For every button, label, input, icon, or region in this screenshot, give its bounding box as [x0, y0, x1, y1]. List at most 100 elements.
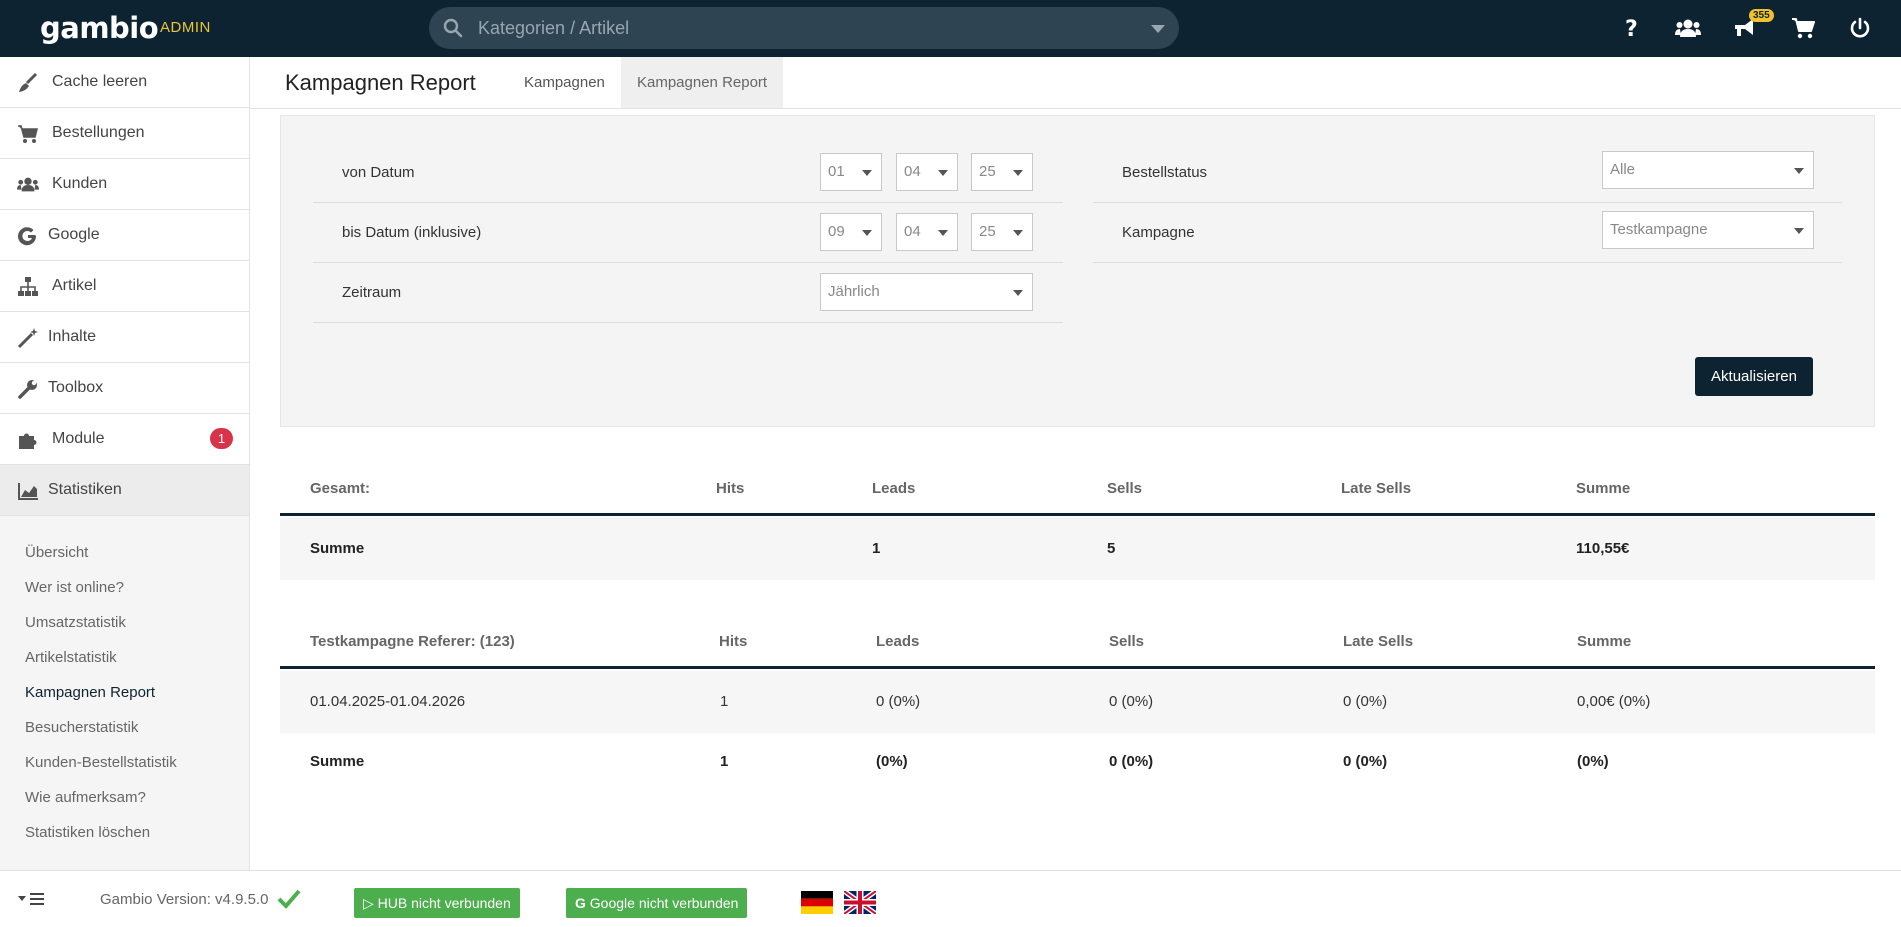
sidebar-item-label: Toolbox: [48, 379, 104, 396]
to-date-row: bis Datum (inklusive) 09 04 25: [313, 203, 1063, 263]
uk-flag-icon[interactable]: [844, 891, 876, 914]
submenu-wer-ist-online[interactable]: Wer ist online?: [25, 579, 124, 596]
sidebar-item-label: Google: [48, 226, 100, 243]
sitemap-icon: [18, 277, 38, 296]
column-header: Sells: [1107, 480, 1143, 497]
cart-icon[interactable]: [1789, 14, 1817, 42]
german-flag-icon[interactable]: [801, 891, 833, 914]
users-icon[interactable]: [1674, 14, 1702, 42]
column-header: Leads: [872, 480, 916, 497]
footer: Gambio Version: v4.9.5.0 ▷ HUB nicht ver…: [0, 870, 1901, 927]
table-cell: Summe: [310, 540, 365, 557]
from-year-select[interactable]: 25: [971, 153, 1033, 191]
to-month-value: 04: [904, 223, 921, 240]
top-bar: gambio ADMIN Kategorien / Artikel ? 355: [0, 0, 1901, 57]
google-status-button[interactable]: G Google nicht verbunden: [566, 888, 748, 918]
table-cell: 0 (0%): [1343, 693, 1388, 710]
gambio-logo[interactable]: gambio: [40, 11, 159, 45]
table-cell: 110,55€: [1576, 540, 1630, 557]
search-bar[interactable]: Kategorien / Artikel: [429, 7, 1179, 49]
submenu-umsatzstatistik[interactable]: Umsatzstatistik: [25, 614, 126, 631]
chevron-down-icon: [1013, 170, 1023, 176]
broom-icon: [19, 72, 38, 92]
sidebar-item-bestellungen[interactable]: Bestellungen: [0, 108, 249, 159]
tab-kampagnen-report[interactable]: Kampagnen Report: [621, 57, 784, 108]
table-cell: 0 (0%): [1343, 753, 1388, 770]
from-month-select[interactable]: 04: [896, 153, 958, 191]
sidebar-item-statistiken[interactable]: Statistiken: [0, 465, 249, 516]
period-row: Zeitraum Jährlich: [313, 263, 1063, 323]
sidebar-item-label: Statistiken: [48, 481, 122, 498]
users-icon: [17, 177, 39, 192]
submenu-besucherstatistik[interactable]: Besucherstatistik: [25, 719, 138, 736]
table-cell: 0 (0%): [1109, 753, 1154, 770]
submenu-artikelstatistik[interactable]: Artikelstatistik: [25, 649, 117, 666]
campaign-select[interactable]: Testkampagne: [1602, 211, 1814, 249]
submenu-uebersicht[interactable]: Übersicht: [25, 544, 88, 561]
menu-toggle-icon[interactable]: [18, 891, 46, 907]
to-day-value: 09: [828, 223, 845, 240]
table-cell: Summe: [310, 753, 365, 770]
sidebar-item-label: Kunden: [52, 175, 108, 192]
sidebar-item-toolbox[interactable]: Toolbox: [0, 363, 249, 414]
chevron-down-icon: [1013, 290, 1023, 296]
from-year-value: 25: [979, 163, 996, 180]
hub-status-button[interactable]: ▷ HUB nicht verbunden: [354, 888, 520, 918]
page-title: Kampagnen Report: [285, 70, 476, 95]
sidebar-item-kunden[interactable]: Kunden: [0, 159, 249, 210]
column-header: Summe: [1577, 633, 1632, 650]
submenu-kampagnen-report[interactable]: Kampagnen Report: [25, 684, 155, 701]
cart-icon: [18, 125, 39, 143]
table-cell: 5: [1107, 540, 1116, 557]
submenu-statistiken-loeschen[interactable]: Statistiken löschen: [25, 824, 150, 841]
table-cell: 1: [720, 753, 729, 770]
from-day-value: 01: [828, 163, 845, 180]
help-icon[interactable]: ?: [1618, 14, 1646, 42]
table-cell: 0,00€ (0%): [1577, 693, 1651, 710]
chart-icon: [18, 483, 38, 500]
tab-kampagnen[interactable]: Kampagnen: [508, 57, 621, 108]
to-month-select[interactable]: 04: [896, 213, 958, 251]
campaign-label: Kampagne: [1122, 224, 1195, 241]
to-day-select[interactable]: 09: [820, 213, 882, 251]
puzzle-icon: [19, 433, 37, 449]
from-day-select[interactable]: 01: [820, 153, 882, 191]
table-cell: 0 (0%): [1109, 693, 1154, 710]
google-status-label: Google nicht verbunden: [589, 895, 739, 911]
column-header: Hits: [716, 480, 745, 497]
sidebar-item-label: Cache leeren: [52, 73, 148, 90]
column-header: Hits: [719, 633, 748, 650]
submenu-wie-aufmerksam[interactable]: Wie aufmerksam?: [25, 789, 146, 806]
sidebar-item-google[interactable]: Google: [0, 210, 249, 261]
table-row: 01.04.2025-01.04.2026 1 0 (0%) 0 (0%) 0 …: [280, 671, 1875, 733]
sidebar-item-artikel[interactable]: Artikel: [0, 261, 249, 312]
search-dropdown-icon[interactable]: [1151, 25, 1165, 33]
sidebar-item-inhalte[interactable]: Inhalte: [0, 312, 249, 363]
chevron-down-icon: [1013, 230, 1023, 236]
to-year-select[interactable]: 25: [971, 213, 1033, 251]
to-date-label: bis Datum (inklusive): [342, 224, 482, 241]
chevron-down-icon: [862, 170, 872, 176]
status-select[interactable]: Alle: [1602, 151, 1814, 189]
period-value: Jährlich: [828, 283, 880, 300]
search-input[interactable]: Kategorien / Artikel: [478, 18, 629, 39]
power-icon[interactable]: [1846, 14, 1874, 42]
period-label: Zeitraum: [342, 284, 402, 301]
from-month-value: 04: [904, 163, 921, 180]
sidebar-item-module[interactable]: Module 1: [0, 414, 249, 465]
filter-panel: von Datum 01 04 25 bis Datum (inklusive)…: [280, 115, 1875, 427]
magic-wand-icon: [17, 328, 38, 349]
chevron-down-icon: [938, 170, 948, 176]
version-label: Gambio Version: v4.9.5.0: [100, 891, 269, 908]
update-button[interactable]: Aktualisieren: [1695, 357, 1813, 396]
table-cell: (0%): [876, 753, 908, 770]
chevron-down-icon: [938, 230, 948, 236]
period-select[interactable]: Jährlich: [820, 273, 1033, 311]
column-header: Late Sells: [1341, 480, 1412, 497]
total-table-header: Gesamt: Hits Leads Sells Late Sells Summ…: [280, 458, 1875, 516]
sidebar-item-cache-leeren[interactable]: Cache leeren: [0, 57, 249, 108]
campaign-value: Testkampagne: [1610, 221, 1708, 238]
chevron-down-icon: [1794, 228, 1804, 234]
sidebar-item-label: Module: [52, 430, 105, 447]
submenu-kunden-bestellstatistik[interactable]: Kunden-Bestellstatistik: [25, 754, 177, 771]
